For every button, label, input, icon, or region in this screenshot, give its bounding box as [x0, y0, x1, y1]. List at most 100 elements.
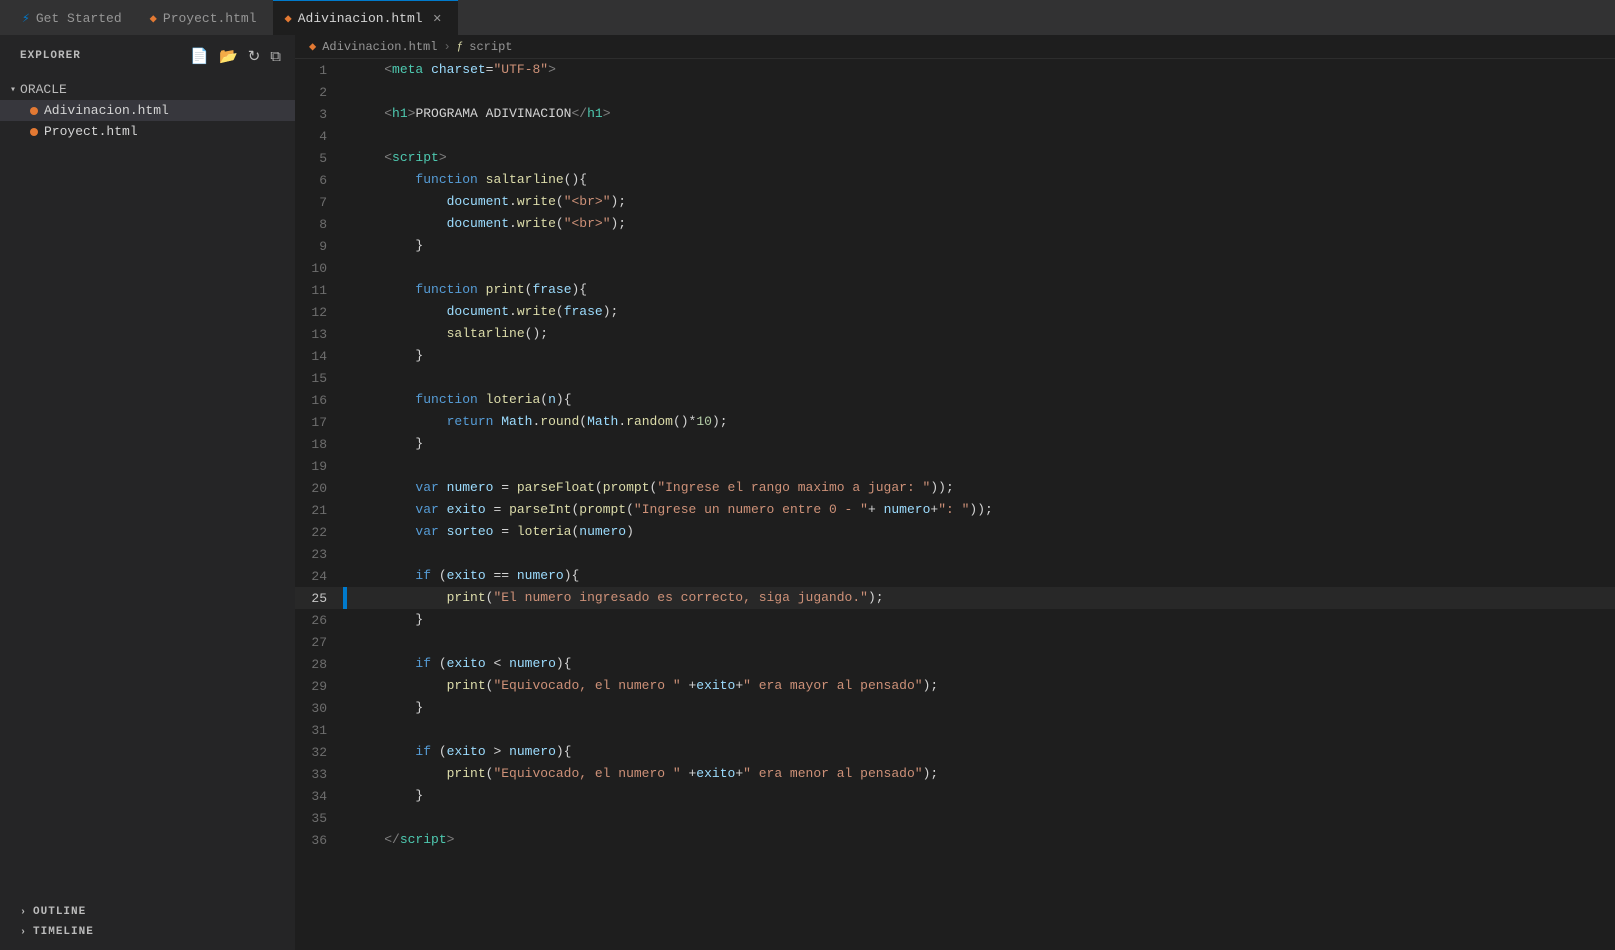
line-content[interactable]: if (exito > numero){	[347, 741, 1615, 763]
line-number: 36	[295, 829, 343, 851]
chevron-right-icon-timeline: ›	[20, 927, 27, 938]
line-number: 3	[295, 103, 343, 125]
line-content[interactable]: <meta charset="UTF-8">	[347, 59, 1615, 81]
line-content[interactable]: function loteria(n){	[347, 389, 1615, 411]
table-row: 34 }	[295, 785, 1615, 807]
line-content[interactable]	[347, 125, 1615, 147]
line-content[interactable]: }	[347, 697, 1615, 719]
table-row: 20 var numero = parseFloat(prompt("Ingre…	[295, 477, 1615, 499]
line-content[interactable]: print("Equivocado, el numero " +exito+" …	[347, 675, 1615, 697]
line-content[interactable]	[347, 257, 1615, 279]
breadcrumb-section-icon: ƒ	[457, 41, 464, 53]
line-number: 35	[295, 807, 343, 829]
line-content[interactable]: }	[347, 609, 1615, 631]
chevron-down-icon: ▾	[10, 84, 16, 96]
table-row: 35	[295, 807, 1615, 829]
table-row: 21 var exito = parseInt(prompt("Ingrese …	[295, 499, 1615, 521]
table-row: 15	[295, 367, 1615, 389]
line-number: 21	[295, 499, 343, 521]
line-content[interactable]	[347, 367, 1615, 389]
line-number: 13	[295, 323, 343, 345]
line-number: 7	[295, 191, 343, 213]
get-started-icon: ⚡	[22, 11, 30, 26]
outline-label: OUTLINE	[33, 906, 86, 918]
line-number: 15	[295, 367, 343, 389]
line-content[interactable]: function print(frase){	[347, 279, 1615, 301]
table-row: 6 function saltarline(){	[295, 169, 1615, 191]
line-content[interactable]: return Math.round(Math.random()*10);	[347, 411, 1615, 433]
sidebar-item-outline[interactable]: › OUTLINE	[0, 902, 295, 922]
breadcrumb-section: script	[469, 40, 512, 54]
line-number: 17	[295, 411, 343, 433]
table-row: 36 </script>	[295, 829, 1615, 851]
sidebar-bottom: › OUTLINE › TIMELINE	[0, 894, 295, 950]
line-content[interactable]: }	[347, 785, 1615, 807]
table-row: 29 print("Equivocado, el numero " +exito…	[295, 675, 1615, 697]
line-number: 33	[295, 763, 343, 785]
html-icon-adivinacion: ◆	[285, 11, 292, 26]
refresh-button[interactable]: ↻	[246, 45, 263, 67]
line-number: 10	[295, 257, 343, 279]
close-tab-button[interactable]: ✕	[429, 10, 446, 27]
editor-area: ◆ Adivinacion.html › ƒ script 1 <meta ch…	[295, 35, 1615, 950]
line-content[interactable]: var numero = parseFloat(prompt("Ingrese …	[347, 477, 1615, 499]
file-dot-icon	[30, 107, 38, 115]
new-file-button[interactable]: 📄	[188, 45, 211, 67]
tab-get-started[interactable]: ⚡ Get Started	[10, 0, 134, 35]
line-number: 2	[295, 81, 343, 103]
line-content[interactable]	[347, 719, 1615, 741]
line-content[interactable]	[347, 543, 1615, 565]
line-number: 26	[295, 609, 343, 631]
file-name-proyect: Proyect.html	[44, 124, 138, 139]
line-content[interactable]	[347, 81, 1615, 103]
line-number: 12	[295, 301, 343, 323]
line-content[interactable]: document.write("<br>");	[347, 213, 1615, 235]
collapse-button[interactable]: ⧉	[268, 45, 283, 67]
line-number: 28	[295, 653, 343, 675]
line-content[interactable]: </script>	[347, 829, 1615, 851]
line-number: 6	[295, 169, 343, 191]
line-content[interactable]: print("El numero ingresado es correcto, …	[347, 587, 1615, 609]
line-content[interactable]: if (exito < numero){	[347, 653, 1615, 675]
code-editor[interactable]: 1 <meta charset="UTF-8">2 3 <h1>PROGRAMA…	[295, 59, 1615, 950]
sidebar-item-timeline[interactable]: › TIMELINE	[0, 922, 295, 942]
file-item-adivinacion[interactable]: Adivinacion.html	[0, 100, 295, 121]
line-number: 19	[295, 455, 343, 477]
tab-adivinacion[interactable]: ◆ Adivinacion.html ✕	[273, 0, 458, 35]
table-row: 32 if (exito > numero){	[295, 741, 1615, 763]
new-folder-button[interactable]: 📂	[217, 45, 240, 67]
table-row: 18 }	[295, 433, 1615, 455]
line-number: 18	[295, 433, 343, 455]
table-row: 28 if (exito < numero){	[295, 653, 1615, 675]
table-row: 25 print("El numero ingresado es correct…	[295, 587, 1615, 609]
line-content[interactable]: function saltarline(){	[347, 169, 1615, 191]
table-row: 9 }	[295, 235, 1615, 257]
line-content[interactable]: }	[347, 235, 1615, 257]
line-content[interactable]: document.write(frase);	[347, 301, 1615, 323]
tab-adivinacion-label: Adivinacion.html	[298, 11, 423, 26]
oracle-header[interactable]: ▾ ORACLE	[0, 79, 295, 100]
file-item-proyect[interactable]: Proyect.html	[0, 121, 295, 142]
line-content[interactable]	[347, 631, 1615, 653]
line-content[interactable]: var exito = parseInt(prompt("Ingrese un …	[347, 499, 1615, 521]
line-content[interactable]: print("Equivocado, el numero " +exito+" …	[347, 763, 1615, 785]
line-content[interactable]: <script>	[347, 147, 1615, 169]
line-number: 34	[295, 785, 343, 807]
line-content[interactable]: }	[347, 345, 1615, 367]
line-number: 30	[295, 697, 343, 719]
line-number: 9	[295, 235, 343, 257]
line-content[interactable]: <h1>PROGRAMA ADIVINACION</h1>	[347, 103, 1615, 125]
line-content[interactable]: if (exito == numero){	[347, 565, 1615, 587]
line-content[interactable]	[347, 807, 1615, 829]
table-row: 1 <meta charset="UTF-8">	[295, 59, 1615, 81]
line-content[interactable]: }	[347, 433, 1615, 455]
line-content[interactable]: document.write("<br>");	[347, 191, 1615, 213]
line-content[interactable]: var sorteo = loteria(numero)	[347, 521, 1615, 543]
code-table: 1 <meta charset="UTF-8">2 3 <h1>PROGRAMA…	[295, 59, 1615, 851]
line-content[interactable]	[347, 455, 1615, 477]
line-content[interactable]: saltarline();	[347, 323, 1615, 345]
tab-proyect[interactable]: ◆ Proyect.html	[138, 0, 269, 35]
html-icon-proyect: ◆	[150, 11, 157, 26]
table-row: 2	[295, 81, 1615, 103]
table-row: 12 document.write(frase);	[295, 301, 1615, 323]
